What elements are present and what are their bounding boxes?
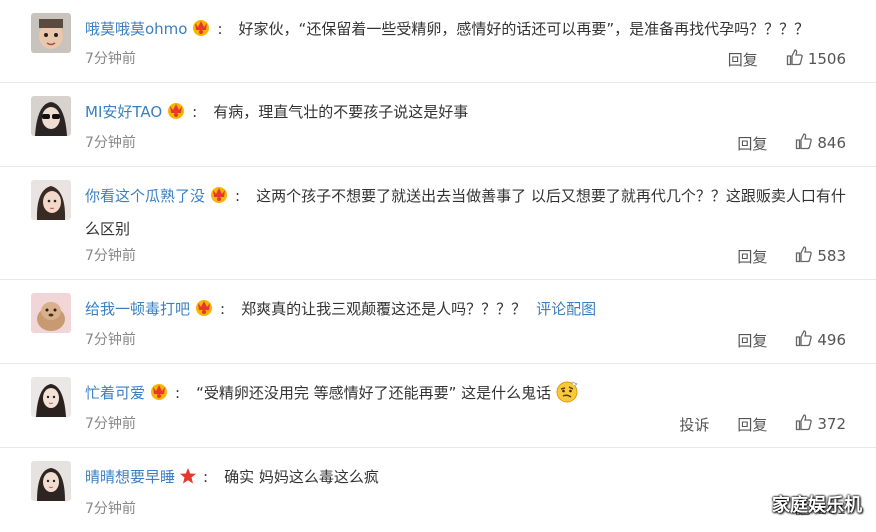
comment-text: 好家伙，“还保留着一些受精卵，感情好的话还可以再要”，是准备再找代孕吗？？？？ xyxy=(238,20,810,38)
thumbs-up-icon xyxy=(795,245,817,267)
colon: : xyxy=(217,20,223,38)
watermark: 家庭娱乐机 xyxy=(772,495,862,516)
thumbs-up-icon xyxy=(795,413,817,435)
colon: : xyxy=(175,384,181,402)
report-button[interactable]: 投诉 xyxy=(679,414,709,435)
comment-body: MI安好TAO: 有病，理直气壮的不要孩子说这是好事 xyxy=(85,97,856,130)
timestamp: 7分钟前 xyxy=(85,51,136,67)
like-count: 1506 xyxy=(807,50,846,68)
avatar[interactable] xyxy=(31,13,71,53)
comment-item: 你看这个瓜熟了没: 这两个孩子不想要了就送出去当做善事了 以后又想要了就再代几个？… xyxy=(0,167,876,280)
comment-body: 给我一顿毒打吧: 郑爽真的让我三观颠覆这还是人吗？？？？ 评论配图 xyxy=(85,294,856,327)
timestamp: 7分钟前 xyxy=(85,332,136,348)
avatar[interactable] xyxy=(31,377,71,417)
timestamp: 7分钟前 xyxy=(85,416,136,432)
avatar[interactable] xyxy=(31,180,71,220)
username-link[interactable]: 你看这个瓜熟了没 xyxy=(85,187,205,205)
comment-item: 哦莫哦莫ohmo: 好家伙，“还保留着一些受精卵，感情好的话还可以再要”，是准备再… xyxy=(0,0,876,83)
comment-item: 忙着可爱: “受精卵还没用完 等感情好了还能再要” 这是什么鬼话 7分钟前 投诉 … xyxy=(0,364,876,448)
vip-crown-icon xyxy=(209,184,229,214)
like-count: 846 xyxy=(817,134,846,152)
comment-body: 你看这个瓜熟了没: 这两个孩子不想要了就送出去当做善事了 以后又想要了就再代几个？… xyxy=(85,181,856,244)
like-count: 496 xyxy=(817,331,846,349)
comment-text: 有病，理直气壮的不要孩子说这是好事 xyxy=(213,103,469,121)
reply-button[interactable]: 回复 xyxy=(737,330,767,351)
colon: : xyxy=(203,468,209,486)
thumbs-up-icon xyxy=(786,48,808,70)
avatar[interactable] xyxy=(31,293,71,333)
like-count: 372 xyxy=(817,415,846,433)
comment-actions: 投诉 回复 372 xyxy=(651,413,846,435)
comment-body: 晴晴想要早睡: 确实 妈妈这么毒这么疯 xyxy=(85,462,856,495)
comment-actions: 回复 846 xyxy=(709,132,846,154)
comment-body: 忙着可爱: “受精卵还没用完 等感情好了还能再要” 这是什么鬼话 xyxy=(85,378,856,414)
comment-actions: 回复 496 xyxy=(709,329,846,351)
red-star-icon xyxy=(179,465,197,495)
thumbs-up-icon xyxy=(795,329,817,351)
comment-text: 确实 妈妈这么毒这么疯 xyxy=(224,468,379,486)
like-button[interactable]: 372 xyxy=(795,413,846,435)
comment-item: 晴晴想要早睡: 确实 妈妈这么毒这么疯 7分钟前 261 xyxy=(0,448,876,532)
comment-list: 哦莫哦莫ohmo: 好家伙，“还保留着一些受精卵，感情好的话还可以再要”，是准备再… xyxy=(0,0,876,532)
timestamp: 7分钟前 xyxy=(85,135,136,151)
comment-actions: 回复 1506 xyxy=(700,48,846,70)
thinking-emoji-icon xyxy=(555,380,579,414)
comment-actions: 回复 583 xyxy=(709,245,846,267)
username-link[interactable]: MI安好TAO xyxy=(85,103,162,121)
vip-crown-icon xyxy=(149,381,169,411)
vip-crown-icon xyxy=(166,100,186,130)
username-link[interactable]: 晴晴想要早睡 xyxy=(85,468,175,486)
vip-crown-icon xyxy=(194,297,214,327)
comment-item: 给我一顿毒打吧: 郑爽真的让我三观颠覆这还是人吗？？？？ 评论配图 7分钟前 回复 … xyxy=(0,280,876,364)
reply-button[interactable]: 回复 xyxy=(737,414,767,435)
like-count: 583 xyxy=(817,247,846,265)
reply-button[interactable]: 回复 xyxy=(728,49,758,70)
colon: : xyxy=(220,300,226,318)
like-button[interactable]: 846 xyxy=(795,132,846,154)
comment-item: MI安好TAO: 有病，理直气壮的不要孩子说这是好事 7分钟前 回复 846 xyxy=(0,83,876,167)
comment-text: “受精卵还没用完 等感情好了还能再要” 这是什么鬼话 xyxy=(196,384,552,402)
like-button[interactable]: 583 xyxy=(795,245,846,267)
avatar[interactable] xyxy=(31,96,71,136)
reply-button[interactable]: 回复 xyxy=(737,246,767,267)
username-link[interactable]: 忙着可爱 xyxy=(85,384,145,402)
colon: : xyxy=(192,103,198,121)
username-link[interactable]: 给我一顿毒打吧 xyxy=(85,300,190,318)
like-button[interactable]: 496 xyxy=(795,329,846,351)
reply-button[interactable]: 回复 xyxy=(737,133,767,154)
like-button[interactable]: 1506 xyxy=(786,48,846,70)
comment-image-link[interactable]: 评论配图 xyxy=(536,300,596,318)
comment-body: 哦莫哦莫ohmo: 好家伙，“还保留着一些受精卵，感情好的话还可以再要”，是准备再… xyxy=(85,14,856,47)
username-link[interactable]: 哦莫哦莫ohmo xyxy=(85,20,187,38)
thumbs-up-icon xyxy=(795,132,817,154)
vip-crown-icon xyxy=(191,17,211,47)
avatar[interactable] xyxy=(31,461,71,501)
colon: : xyxy=(235,187,241,205)
comment-text: 郑爽真的让我三观颠覆这还是人吗？？？？ xyxy=(241,300,527,318)
timestamp: 7分钟前 xyxy=(85,501,136,517)
timestamp: 7分钟前 xyxy=(85,248,136,264)
